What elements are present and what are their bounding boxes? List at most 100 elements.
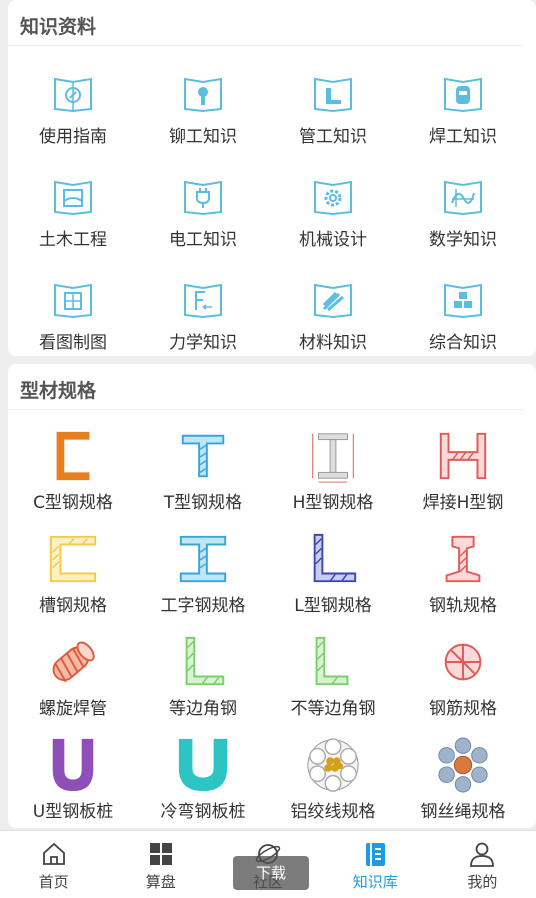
i-beam-icon: [179, 535, 227, 583]
profile-item-label: 钢筋规格: [429, 699, 497, 719]
grid-icon: [149, 843, 172, 865]
profile-item-label: 焊接H型钢: [422, 493, 504, 513]
rivet-book-icon: [184, 77, 222, 113]
profile-item[interactable]: 工字钢规格: [138, 513, 268, 616]
gear-book-icon: [314, 180, 352, 216]
profile-item[interactable]: 钢筋规格: [398, 616, 528, 719]
rail-icon: [445, 535, 481, 583]
profile-item[interactable]: 等边角钢: [138, 616, 268, 719]
knowledge-item[interactable]: 电工知识: [138, 149, 268, 252]
pipe-book-icon: [314, 77, 352, 113]
profile-item-label: 槽钢规格: [39, 596, 107, 616]
profile-item[interactable]: 不等边角钢: [268, 616, 398, 719]
drawing-book-icon: [54, 283, 92, 319]
profile-item-label: T型钢规格: [163, 493, 243, 513]
knowledge-item[interactable]: 土木工程: [8, 149, 138, 252]
profiles-grid: C型钢规格 T型钢规格 H型钢规格 焊接H型钢 槽钢规格 工字钢规格 L型钢规格: [8, 410, 536, 822]
knowledge-item-label: 机械设计: [299, 230, 367, 250]
aluminum-strand-icon: [307, 738, 359, 792]
knowledge-item[interactable]: 综合知识: [398, 252, 528, 355]
profiles-section-title: 型材规格: [8, 364, 524, 410]
knowledge-item-label: 电工知识: [169, 230, 237, 250]
knowledge-item-label: 使用指南: [39, 127, 107, 147]
compass-book-icon: [54, 77, 92, 113]
knowledge-section-title: 知识资料: [8, 0, 524, 46]
cold-formed-pile-icon: [178, 738, 228, 792]
profiles-card: 型材规格 C型钢规格 T型钢规格 H型钢规格 焊接H型钢 槽钢规格 工字钢规格 …: [8, 364, 536, 828]
knowledge-item[interactable]: 数学知识: [398, 149, 528, 252]
knowledge-item[interactable]: 力学知识: [138, 252, 268, 355]
profile-item-label: 不等边角钢: [290, 699, 376, 719]
knowledge-item[interactable]: 使用指南: [8, 46, 138, 149]
knowledge-item[interactable]: 铆工知识: [138, 46, 268, 149]
knowledge-item-label: 铆工知识: [169, 127, 237, 147]
knowledge-item[interactable]: 机械设计: [268, 149, 398, 252]
profile-item[interactable]: 螺旋焊管: [8, 616, 138, 719]
welding-mask-book-icon: [444, 77, 482, 113]
profile-item-label: 铝绞线规格: [290, 802, 376, 822]
book-icon: [366, 843, 386, 866]
c-channel-icon: [56, 431, 90, 481]
profile-item-label: 钢轨规格: [429, 596, 497, 616]
t-beam-icon: [181, 434, 225, 478]
profile-item[interactable]: 钢丝绳规格: [398, 719, 528, 822]
profile-item-label: 冷弯钢板桩: [160, 802, 246, 822]
profile-item-label: 等边角钢: [169, 699, 237, 719]
civil-book-icon: [54, 180, 92, 216]
profile-item-label: 钢丝绳规格: [420, 802, 506, 822]
profile-item[interactable]: 冷弯钢板桩: [138, 719, 268, 822]
knowledge-item[interactable]: 材料知识: [268, 252, 398, 355]
knowledge-item[interactable]: 看图制图: [8, 252, 138, 355]
tab-home[interactable]: 首页: [0, 831, 107, 898]
tab-label: 首页: [38, 873, 69, 891]
knowledge-item-label: 看图制图: [39, 333, 107, 353]
profile-item-label: L型钢规格: [294, 596, 372, 616]
profile-item[interactable]: H型钢规格: [268, 410, 398, 513]
knowledge-item-label: 土木工程: [39, 230, 107, 250]
knowledge-item-label: 管工知识: [299, 127, 367, 147]
knowledge-item-label: 数学知识: [429, 230, 497, 250]
u-sheet-pile-icon: [52, 738, 94, 792]
home-icon: [42, 842, 65, 865]
profile-item-label: H型钢规格: [292, 493, 374, 513]
knowledge-item-label: 焊工知识: [429, 127, 497, 147]
profile-item[interactable]: L型钢规格: [268, 513, 398, 616]
profile-item-label: 螺旋焊管: [39, 699, 107, 719]
equal-angle-icon: [185, 636, 225, 686]
knowledge-item-label: 力学知识: [169, 333, 237, 353]
profile-item-label: U型钢板桩: [32, 802, 114, 822]
tab-label: 我的: [467, 873, 498, 891]
welded-h-beam-icon: [439, 432, 487, 480]
profile-item[interactable]: 铝绞线规格: [268, 719, 398, 822]
tab-mine[interactable]: 我的: [429, 831, 536, 898]
knowledge-item[interactable]: 焊工知识: [398, 46, 528, 149]
tab-label: 知识库: [352, 873, 398, 891]
tab-knowledge[interactable]: 知识库: [322, 831, 429, 898]
spiral-pipe-icon: [52, 641, 95, 683]
cubes-book-icon: [444, 283, 482, 319]
l-steel-icon: [313, 533, 357, 583]
profile-item[interactable]: 钢轨规格: [398, 513, 528, 616]
profile-item[interactable]: 焊接H型钢: [398, 410, 528, 513]
profile-item[interactable]: 槽钢规格: [8, 513, 138, 616]
wire-rope-icon: [438, 737, 488, 793]
profile-item-label: 工字钢规格: [160, 596, 246, 616]
profile-item[interactable]: C型钢规格: [8, 410, 138, 513]
profile-item[interactable]: U型钢板桩: [8, 719, 138, 822]
tab-label: 算盘: [145, 873, 176, 891]
knowledge-item[interactable]: 管工知识: [268, 46, 398, 149]
knowledge-card: 知识资料 使用指南 铆工知识 管工知识 焊工知识 土木工程 电工知识 机械设计: [8, 0, 536, 356]
h-beam-drawing-icon: [312, 433, 354, 483]
knowledge-grid: 使用指南 铆工知识 管工知识 焊工知识 土木工程 电工知识 机械设计 数学知识: [8, 46, 536, 355]
math-book-icon: [444, 180, 482, 216]
rebar-icon: [444, 643, 482, 681]
profile-item-label: C型钢规格: [33, 493, 113, 513]
force-book-icon: [184, 283, 222, 319]
tab-abacus[interactable]: 算盘: [107, 831, 214, 898]
profile-item[interactable]: T型钢规格: [138, 410, 268, 513]
unequal-angle-icon: [315, 636, 349, 686]
material-book-icon: [314, 283, 352, 319]
knowledge-item-label: 材料知识: [299, 333, 367, 353]
channel-steel-icon: [49, 535, 97, 583]
plug-book-icon: [184, 180, 222, 216]
